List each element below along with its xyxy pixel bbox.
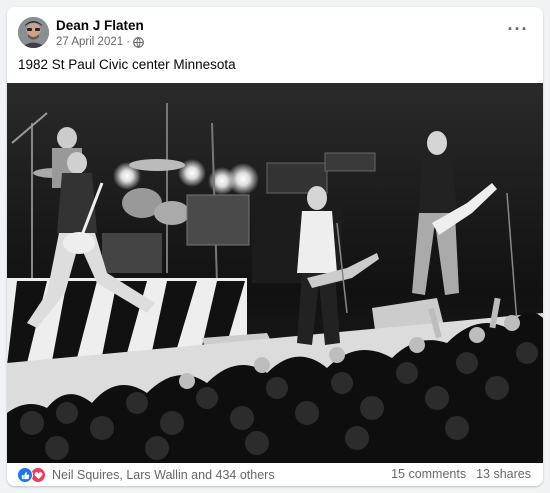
author-name[interactable]: Dean J Flaten: [56, 18, 144, 33]
post-meta: 27 April 2021 ·: [56, 36, 144, 48]
avatar[interactable]: [18, 17, 49, 48]
more-options-button[interactable]: ···: [506, 19, 530, 39]
avatar-image: [18, 17, 49, 48]
shares-count[interactable]: 13 shares: [476, 467, 531, 481]
post-footer: Neil Squires, Lars Wallin and 434 others…: [7, 463, 543, 486]
post-photo[interactable]: [7, 83, 543, 463]
post-card: Dean J Flaten 27 April 2021 · ··· 1982 S…: [7, 7, 543, 486]
date-separator: ·: [126, 36, 130, 48]
like-icon: [17, 467, 33, 483]
more-options-icon: ···: [507, 19, 529, 39]
post-caption: 1982 St Paul Civic center Minnesota: [18, 57, 236, 72]
concert-photo: [7, 83, 543, 463]
engagement-stats: 15 comments 13 shares: [391, 467, 531, 481]
reactions-text[interactable]: Neil Squires, Lars Wallin and 434 others: [52, 468, 275, 482]
reactions-summary[interactable]: Neil Squires, Lars Wallin and 434 others: [17, 467, 275, 483]
post-date[interactable]: 27 April 2021: [56, 36, 123, 48]
globe-icon[interactable]: [133, 36, 144, 48]
comments-count[interactable]: 15 comments: [391, 467, 466, 481]
